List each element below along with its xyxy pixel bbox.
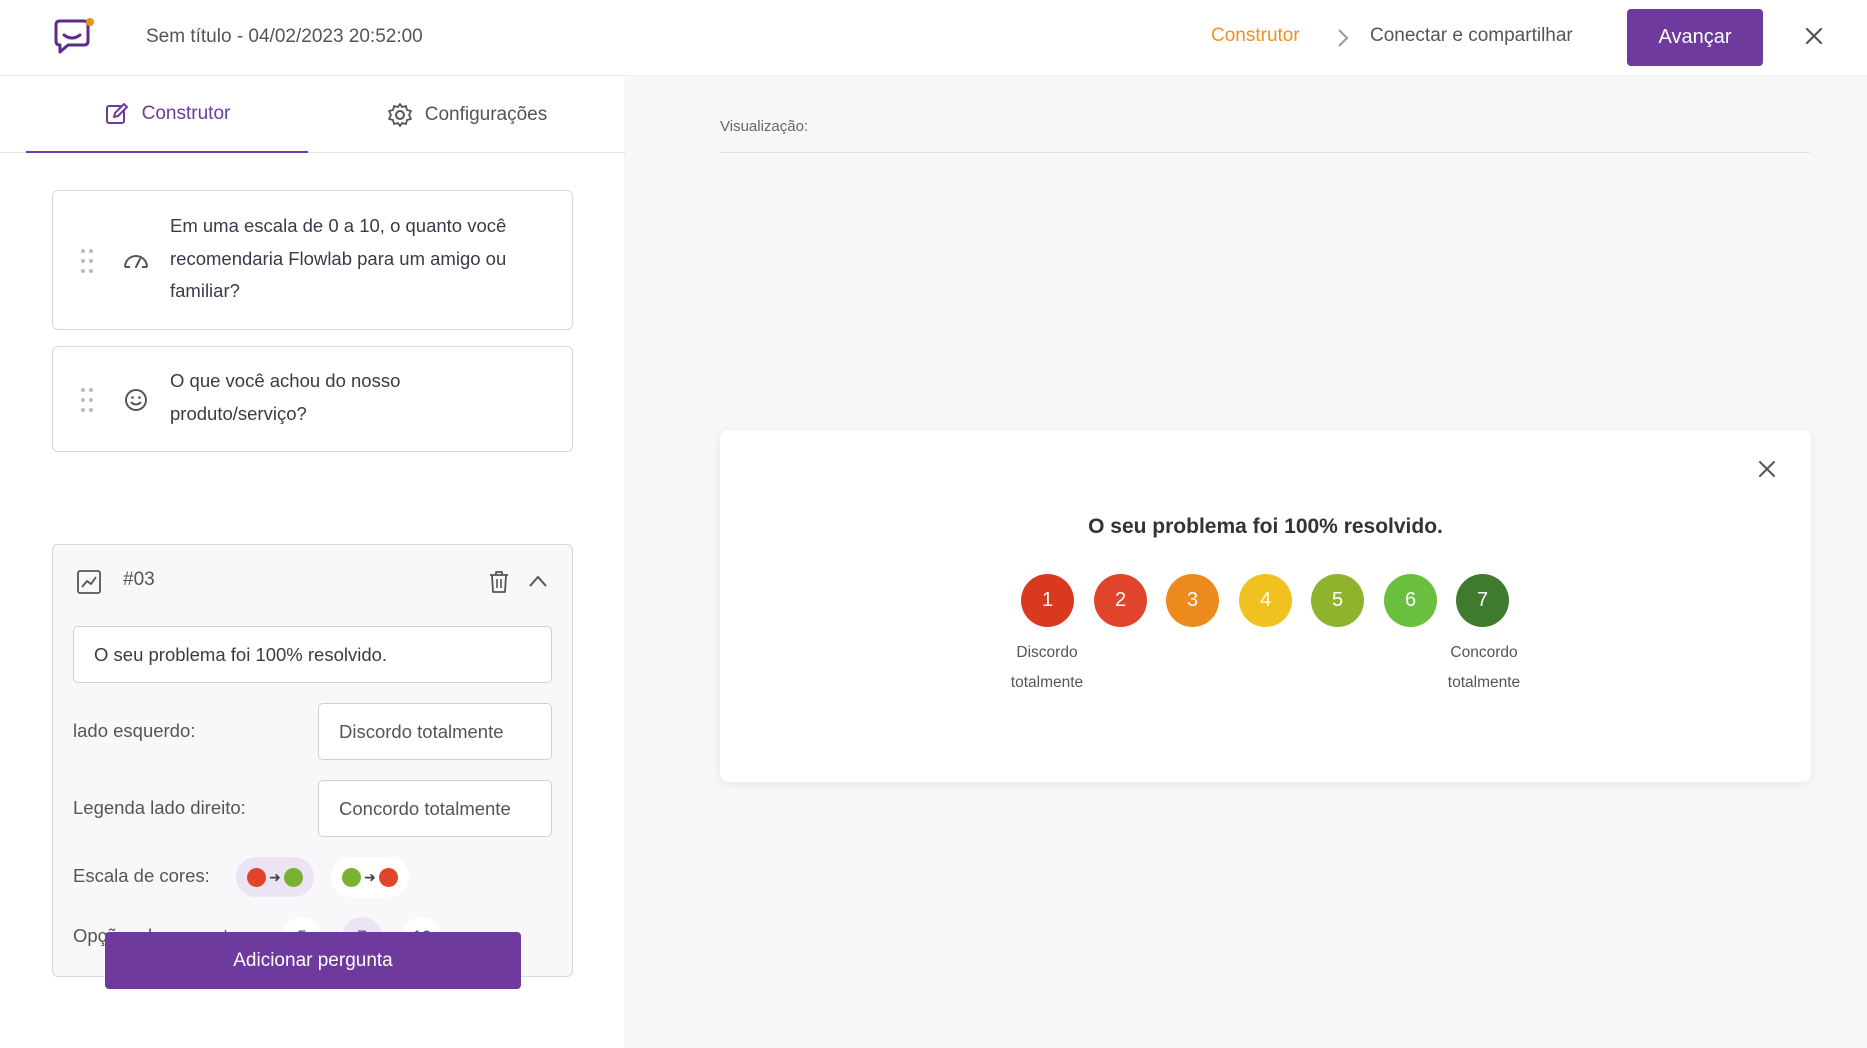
advance-button[interactable]: Avançar bbox=[1627, 9, 1763, 66]
gauge-icon bbox=[124, 255, 148, 268]
arrow-right-icon: ➜ bbox=[364, 868, 376, 885]
color-scale-red-to-green[interactable]: ➜ bbox=[236, 857, 314, 897]
preview-label: Visualização: bbox=[720, 118, 809, 135]
scale-option-6[interactable]: 6 bbox=[1384, 574, 1437, 627]
color-scale-label: Escala de cores: bbox=[73, 865, 210, 886]
close-icon[interactable] bbox=[1757, 459, 1777, 479]
green-dot-icon bbox=[342, 867, 362, 887]
chevron-right-icon bbox=[1338, 29, 1349, 47]
document-title[interactable]: Sem título - 04/02/2023 20:52:00 bbox=[146, 26, 423, 48]
drag-handle-icon[interactable] bbox=[79, 386, 95, 414]
question-card-2[interactable]: O que você achou do nosso produto/serviç… bbox=[52, 346, 573, 452]
left-legend-line-1: Discordo bbox=[1016, 644, 1078, 661]
preview-question-title: O seu problema foi 100% resolvido. bbox=[1088, 515, 1443, 538]
tab-builder-label: Construtor bbox=[141, 102, 231, 124]
close-icon[interactable] bbox=[1803, 25, 1825, 47]
add-question-button[interactable]: Adicionar pergunta bbox=[105, 932, 521, 989]
right-legend-line-2: totalmente bbox=[1447, 674, 1521, 691]
survey-preview-card: O seu problema foi 100% resolvido. 1 2 3… bbox=[720, 430, 1811, 782]
question-text: Em uma escala de 0 a 10, o quanto você r… bbox=[170, 215, 507, 301]
smile-icon bbox=[125, 389, 147, 411]
color-scale-green-to-red[interactable]: ➜ bbox=[331, 857, 409, 897]
tab-builder[interactable]: Construtor bbox=[26, 76, 308, 153]
red-dot-icon bbox=[247, 867, 267, 887]
scale-option-2[interactable]: 2 bbox=[1094, 574, 1147, 627]
logo-icon bbox=[54, 18, 94, 54]
drag-handle-icon[interactable] bbox=[79, 247, 95, 275]
edit-icon bbox=[105, 102, 128, 124]
preview-panel: Visualização: O seu problema foi 100% re… bbox=[627, 76, 1867, 1048]
top-bar: Sem título - 04/02/2023 20:52:00 Constru… bbox=[0, 0, 1867, 76]
chart-line-icon bbox=[77, 570, 101, 594]
breadcrumb-builder[interactable]: Construtor bbox=[1211, 25, 1300, 47]
question-title-input[interactable]: O seu problema foi 100% resolvido. bbox=[73, 626, 552, 683]
question-card-3-expanded: #03 O seu problema foi 100% resolvido. l… bbox=[52, 544, 573, 977]
question-card-1[interactable]: Em uma escala de 0 a 10, o quanto você r… bbox=[52, 190, 573, 330]
chevron-up-icon[interactable] bbox=[527, 572, 549, 590]
tab-settings[interactable]: Configurações bbox=[308, 76, 626, 153]
left-legend-input[interactable]: Discordo totalmente bbox=[318, 703, 552, 760]
trash-icon[interactable] bbox=[487, 569, 511, 595]
scale-option-3[interactable]: 3 bbox=[1166, 574, 1219, 627]
gear-icon bbox=[387, 102, 412, 127]
divider bbox=[720, 152, 1810, 153]
right-legend: Concordo totalmente bbox=[1424, 638, 1544, 698]
right-legend-input[interactable]: Concordo totalmente bbox=[318, 780, 552, 837]
scale-option-7[interactable]: 7 bbox=[1456, 574, 1509, 627]
left-legend: Discordo totalmente bbox=[987, 638, 1107, 698]
scale-option-4[interactable]: 4 bbox=[1239, 574, 1292, 627]
right-legend-line-1: Concordo bbox=[1450, 644, 1518, 661]
builder-panel: Construtor Configurações Em uma escala d… bbox=[0, 76, 626, 1048]
left-legend-line-2: totalmente bbox=[1010, 674, 1084, 691]
red-dot-icon bbox=[378, 867, 398, 887]
left-legend-label: lado esquerdo: bbox=[73, 720, 196, 741]
panel-tabs: Construtor Configurações bbox=[0, 76, 626, 153]
scale-option-5[interactable]: 5 bbox=[1311, 574, 1364, 627]
breadcrumb-connect-share[interactable]: Conectar e compartilhar bbox=[1370, 25, 1573, 47]
tab-settings-label: Configurações bbox=[424, 103, 548, 125]
green-dot-icon bbox=[283, 867, 303, 887]
scale-option-1[interactable]: 1 bbox=[1021, 574, 1074, 627]
arrow-right-icon: ➜ bbox=[269, 868, 281, 885]
right-legend-label: Legenda lado direito: bbox=[73, 797, 246, 818]
question-number: #03 bbox=[123, 569, 155, 590]
question-text: O que você achou do nosso produto/serviç… bbox=[170, 370, 401, 424]
